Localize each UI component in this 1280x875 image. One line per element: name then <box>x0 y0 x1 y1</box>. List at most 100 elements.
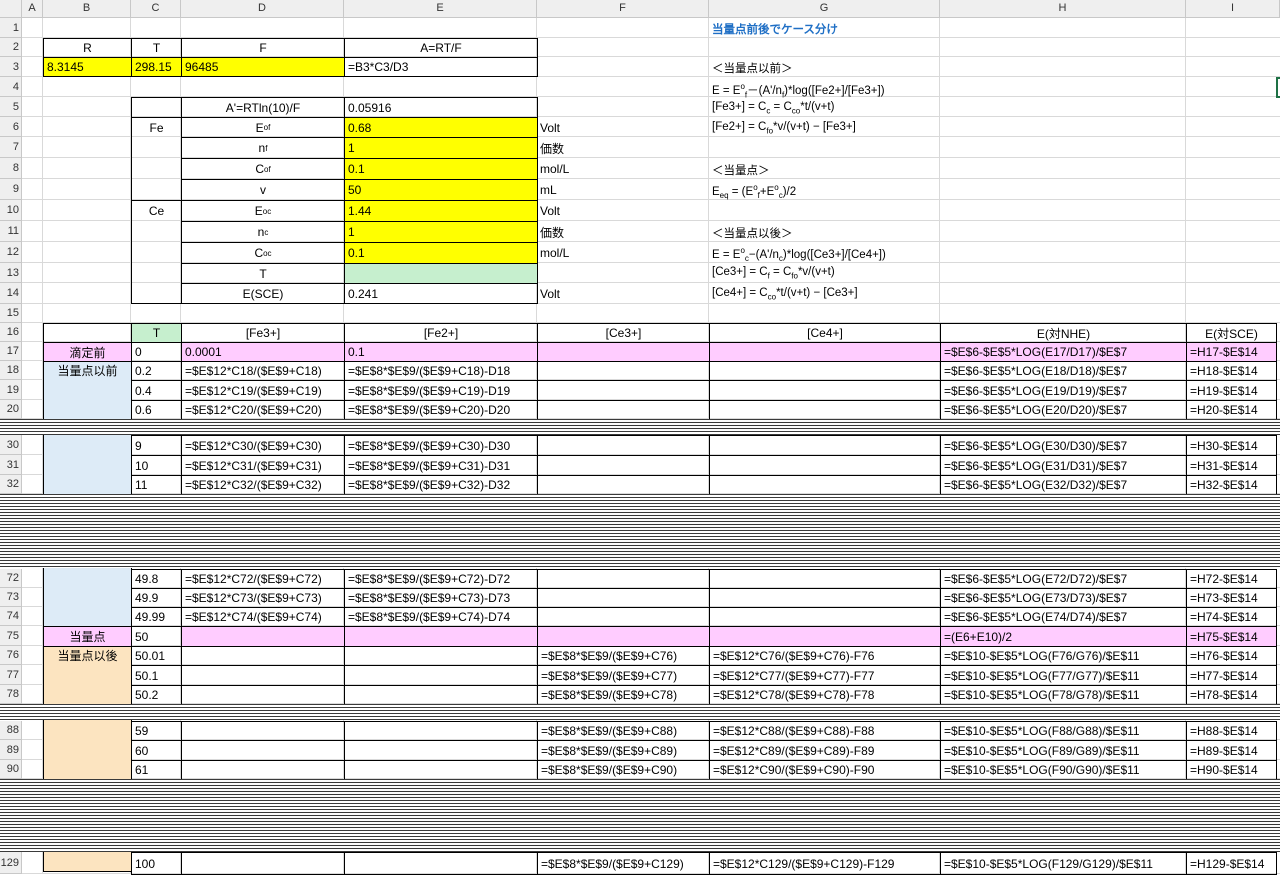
cell-fe3-row-75[interactable] <box>181 626 345 647</box>
row-header-14[interactable]: 14 <box>0 283 22 304</box>
cell-fe2-row-78[interactable] <box>344 685 538 705</box>
row-header-5[interactable]: 5 <box>0 97 22 117</box>
cell-fe2-row-18[interactable]: =$E$8*$E$9/($E$9+C18)-D18 <box>344 361 538 381</box>
cell-t-row-78[interactable]: 50.2 <box>131 685 182 705</box>
cell-esce-row-89[interactable]: =H89-$E$14 <box>1186 740 1277 761</box>
cell-ce4-row-75[interactable] <box>709 626 941 647</box>
column-header-a[interactable]: A <box>22 0 43 18</box>
cell-d3[interactable]: 96485 <box>181 57 345 77</box>
header-e-sce[interactable]: E(対SCE) <box>1186 323 1277 343</box>
cell-e12[interactable]: 0.1 <box>344 242 538 264</box>
row-header-2[interactable]: 2 <box>0 38 22 57</box>
cell-ce4-row-31[interactable] <box>709 455 941 476</box>
row-header-32[interactable]: 32 <box>0 475 22 494</box>
column-header-b[interactable]: B <box>43 0 131 18</box>
cell-t-row-19[interactable]: 0.4 <box>131 380 182 401</box>
cell-fe3-row-72[interactable]: =$E$12*C72/($E$9+C72) <box>181 569 345 589</box>
cell-d11[interactable]: nc <box>181 221 345 243</box>
cell-d14[interactable]: E(SCE) <box>181 283 345 304</box>
row-header-4[interactable]: 4 <box>0 77 22 97</box>
row-header-76[interactable]: 76 <box>0 646 22 665</box>
cell-enhe-row-74[interactable]: =$E$6-$E$5*LOG(E74/D74)/$E$7 <box>940 607 1187 627</box>
cell-esce-row-90[interactable]: =H90-$E$14 <box>1186 760 1277 780</box>
cell-ce4-row-72[interactable] <box>709 569 941 589</box>
cell-e7[interactable]: 1 <box>344 137 538 159</box>
cell-c5[interactable] <box>131 97 182 118</box>
row-header-90[interactable]: 90 <box>0 760 22 779</box>
cell-ce3-row-32[interactable] <box>537 475 710 495</box>
header-e-nhe[interactable]: E(対NHE) <box>940 323 1187 343</box>
cell-enhe-row-18[interactable]: =$E$6-$E$5*LOG(E18/D18)/$E$7 <box>940 361 1187 381</box>
cell-ce3-row-31[interactable] <box>537 455 710 476</box>
header-ce4[interactable]: [Ce4+] <box>709 323 941 343</box>
row-header-3[interactable]: 3 <box>0 57 22 77</box>
cell-fe2-row-19[interactable]: =$E$8*$E$9/($E$9+C19)-D19 <box>344 380 538 401</box>
cell-ce4-row-88[interactable]: =$E$12*C88/($E$9+C88)-F88 <box>709 721 941 741</box>
cell-fe2-row-77[interactable] <box>344 665 538 686</box>
row-header-1[interactable]: 1 <box>0 18 22 38</box>
cell-ce3-row-76[interactable]: =$E$8*$E$9/($E$9+C76) <box>537 646 710 666</box>
cell-d13[interactable]: T <box>181 263 345 284</box>
cell-ce3-row-89[interactable]: =$E$8*$E$9/($E$9+C89) <box>537 740 710 761</box>
cell-esce-row-19[interactable]: =H19-$E$14 <box>1186 380 1277 401</box>
cell-fe3-row-18[interactable]: =$E$12*C18/($E$9+C18) <box>181 361 345 381</box>
row-header-17[interactable]: 17 <box>0 342 22 361</box>
cell-ce4-row-73[interactable] <box>709 588 941 608</box>
cell-b16[interactable] <box>43 323 132 343</box>
cell-ce3-row-72[interactable] <box>537 569 710 589</box>
column-header-g[interactable]: G <box>709 0 940 18</box>
cell-ce4-row-17[interactable] <box>709 342 941 362</box>
cell-enhe-row-77[interactable]: =$E$10-$E$5*LOG(F77/G77)/$E$11 <box>940 665 1187 686</box>
column-header-h[interactable]: H <box>940 0 1186 18</box>
cell-ce3-row-18[interactable] <box>537 361 710 381</box>
cell-ce3-row-78[interactable]: =$E$8*$E$9/($E$9+C78) <box>537 685 710 705</box>
cell-fe2-row-73[interactable]: =$E$8*$E$9/($E$9+C73)-D73 <box>344 588 538 608</box>
cell-ce3-row-30[interactable] <box>537 435 710 456</box>
cell-esce-row-20[interactable]: =H20-$E$14 <box>1186 400 1277 420</box>
row-header-30[interactable]: 30 <box>0 435 22 455</box>
cell-e11[interactable]: 1 <box>344 221 538 243</box>
cell-ce4-row-74[interactable] <box>709 607 941 627</box>
cell-d12[interactable]: Coc <box>181 242 345 264</box>
group-before-titration[interactable]: 滴定前 <box>43 342 132 362</box>
column-header-f[interactable]: F <box>537 0 709 18</box>
cell-enhe-row-89[interactable]: =$E$10-$E$5*LOG(F89/G89)/$E$11 <box>940 740 1187 761</box>
cell-t-row-129[interactable]: 100 <box>131 852 182 875</box>
cell-fe3-row-30[interactable]: =$E$12*C30/($E$9+C30) <box>181 435 345 456</box>
cell-enhe-row-30[interactable]: =$E$6-$E$5*LOG(E30/D30)/$E$7 <box>940 435 1187 456</box>
column-header-e[interactable]: E <box>344 0 537 18</box>
cell-fe2-row-76[interactable] <box>344 646 538 666</box>
header-fe2[interactable]: [Fe2+] <box>344 323 538 343</box>
cell-e2[interactable]: A=RT/F <box>344 38 538 58</box>
cell-ce3-row-73[interactable] <box>537 588 710 608</box>
cell-ce3-row-77[interactable]: =$E$8*$E$9/($E$9+C77) <box>537 665 710 686</box>
cell-e9[interactable]: 50 <box>344 179 538 201</box>
cell-fe3-row-17[interactable]: 0.0001 <box>181 342 345 362</box>
cell-ce4-row-30[interactable] <box>709 435 941 456</box>
column-header-d[interactable]: D <box>181 0 344 18</box>
cell-fe3-row-78[interactable] <box>181 685 345 705</box>
cell-enhe-row-129[interactable]: =$E$10-$E$5*LOG(F129/G129)/$E$11 <box>940 852 1187 875</box>
row-header-129[interactable]: 129 <box>0 852 22 874</box>
cell-ce3-row-75[interactable] <box>537 626 710 647</box>
row-header-16[interactable]: 16 <box>0 323 22 342</box>
cell-fe3-row-90[interactable] <box>181 760 345 780</box>
row-header-75[interactable]: 75 <box>0 626 22 646</box>
cell-esce-row-76[interactable]: =H76-$E$14 <box>1186 646 1277 666</box>
cell-e6[interactable]: 0.68 <box>344 117 538 138</box>
cell-t-row-31[interactable]: 10 <box>131 455 182 476</box>
cell-d2[interactable]: F <box>181 38 345 58</box>
cell-fe3-row-89[interactable] <box>181 740 345 761</box>
cell-e3[interactable]: =B3*C3/D3 <box>344 57 538 77</box>
cell-t-row-73[interactable]: 49.9 <box>131 588 182 608</box>
cell-esce-row-17[interactable]: =H17-$E$14 <box>1186 342 1277 362</box>
row-header-10[interactable]: 10 <box>0 200 22 221</box>
cell-fe3-row-76[interactable] <box>181 646 345 666</box>
cell-fe2-row-75[interactable] <box>344 626 538 647</box>
cell-c2[interactable]: T <box>131 38 182 58</box>
cell-d9[interactable]: v <box>181 179 345 201</box>
header-ce3[interactable]: [Ce3+] <box>537 323 710 343</box>
row-header-13[interactable]: 13 <box>0 263 22 283</box>
cell-ce4-row-18[interactable] <box>709 361 941 381</box>
cell-t-row-18[interactable]: 0.2 <box>131 361 182 381</box>
